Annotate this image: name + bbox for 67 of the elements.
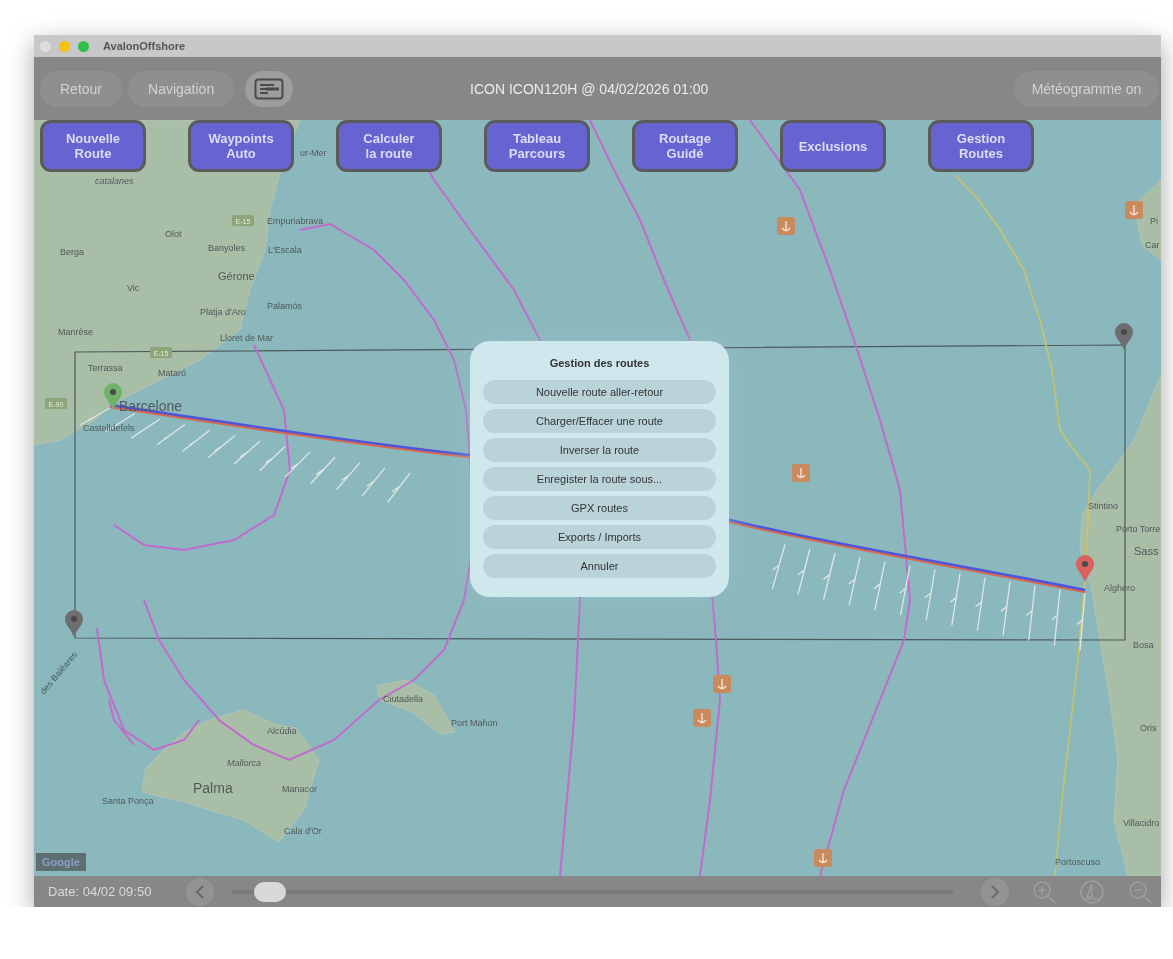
map-marker-icon[interactable] [777, 217, 795, 235]
map-marker-icon[interactable] [814, 849, 832, 867]
place-label: Lloret de Mar [220, 333, 274, 343]
place-label: Cala d'Or [284, 826, 322, 836]
place-label: Sass [1134, 545, 1159, 557]
map-action-button[interactable]: Gestion Routes [928, 120, 1034, 172]
window-control-button[interactable] [78, 40, 89, 52]
place-label: Palamós [267, 301, 302, 311]
menu-option[interactable]: GPX routes [483, 496, 716, 520]
chevron-right-icon [990, 884, 1000, 899]
next-button[interactable] [981, 877, 1009, 906]
place-label: Villacidro [1123, 818, 1160, 828]
menu-option[interactable]: Enregister la route sous... [483, 467, 716, 491]
map-pin-icon[interactable] [1115, 323, 1133, 350]
place-label: Santa Ponça [102, 796, 154, 806]
place-label: Terrassa [88, 363, 123, 373]
window-title: AvalonOffshore [103, 40, 186, 52]
map-marker-icon[interactable] [792, 464, 810, 482]
place-label: Empuriabrava [267, 216, 324, 226]
place-label: Ciutadella [383, 694, 424, 704]
place-label: Mallorca [227, 758, 261, 768]
place-label: Banyoles [208, 243, 246, 253]
chevron-left-icon [195, 884, 205, 899]
map-action-button[interactable]: Routage Guidé [632, 120, 738, 172]
forecast-title: ICON ICON120H @ 04/02/2026 01:00 [470, 80, 710, 97]
map-action-button[interactable]: Exclusions [780, 120, 886, 172]
place-label: Berga [60, 247, 85, 257]
map-marker-icon[interactable] [713, 675, 731, 693]
slider-thumb[interactable] [253, 881, 286, 902]
place-label: Barcelone [119, 398, 183, 414]
place-label: Mataró [158, 368, 186, 378]
place-label: Vic [127, 283, 140, 293]
menu-option[interactable]: Nouvelle route aller-retour [483, 380, 716, 404]
place-label: L'Escala [268, 245, 302, 255]
place-label: ur-Mer [300, 148, 327, 158]
menu-option[interactable]: Charger/Effacer une route [483, 409, 716, 433]
menu-option[interactable]: Exports / Imports [483, 525, 716, 549]
place-label: catalanes [95, 176, 134, 186]
place-label: Pi [1150, 216, 1158, 226]
place-label: Manrèse [58, 327, 93, 337]
map-pin-icon[interactable] [104, 383, 122, 410]
place-label: Platja d'Aro [200, 307, 246, 317]
map-marker-icon[interactable] [1125, 201, 1143, 219]
map-pin-icon[interactable] [65, 610, 83, 637]
map-action-button[interactable]: Waypoints Auto [188, 120, 294, 172]
dialog-title: Gestion des routes [548, 357, 651, 369]
map-pin-icon[interactable] [1076, 555, 1094, 582]
card-icon [254, 77, 285, 100]
place-label: Manacor [282, 784, 317, 794]
card-button[interactable] [245, 70, 294, 107]
menu-option[interactable]: Inverser la route [483, 438, 716, 462]
map-marker-icon[interactable] [693, 709, 711, 727]
place-label: Palma [193, 780, 233, 796]
map-action-button[interactable]: Nouvelle Route [40, 120, 146, 172]
place-label: Olot [165, 229, 182, 239]
previous-button[interactable] [186, 877, 214, 906]
map-action-button[interactable]: Calculer la route [336, 120, 442, 172]
place-label: Bosa [1133, 640, 1154, 650]
place-label: Port Mahon [451, 718, 498, 728]
place-label: Car [1145, 240, 1160, 250]
date-label: Date: 04/02 09:50 [48, 884, 153, 899]
place-label: Oris [1140, 723, 1157, 733]
map-action-button[interactable]: Tableau Parcours [484, 120, 590, 172]
map-attribution: Google [36, 853, 86, 871]
place-label: Alcúdia [267, 726, 297, 736]
menu-option[interactable]: Annuler [483, 554, 716, 578]
place-label: Gérone [218, 270, 255, 282]
